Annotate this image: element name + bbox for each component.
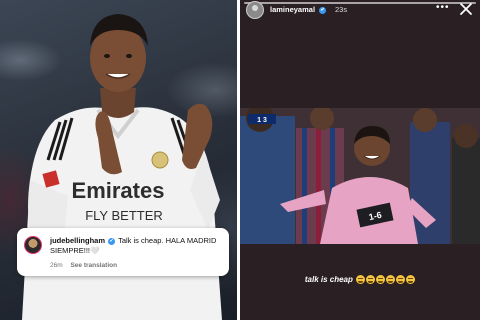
close-icon[interactable] [459, 2, 473, 16]
story-photo-scene: 1-6 1 3 [240, 108, 480, 244]
commenter-username[interactable]: judebellingham [50, 236, 105, 245]
story-photo: 1-6 1 3 [240, 108, 480, 244]
comment-time: 26m [50, 262, 63, 269]
scoreboard-text: 1 3 [257, 117, 267, 124]
screen: Emirates FLY BETTER judebellingham ✔ Tal… [0, 0, 480, 320]
emoji-row [355, 275, 416, 285]
laughing-emoji-icon [376, 275, 386, 285]
commenter-avatar[interactable] [24, 236, 42, 254]
story-avatar[interactable] [246, 1, 264, 19]
jersey-sponsor-text: Emirates [72, 178, 165, 203]
laughing-emoji-icon [396, 275, 406, 285]
player-photo-panel: Emirates FLY BETTER judebellingham ✔ Tal… [0, 0, 237, 320]
story-username[interactable]: lamineyamal ✔ [270, 5, 327, 14]
laughing-emoji-icon [366, 275, 376, 285]
see-translation-link[interactable]: See translation [70, 262, 117, 269]
story-caption: talk is cheap [240, 275, 480, 285]
jersey-sponsor-subtext: FLY BETTER [85, 208, 163, 223]
story-caption-text: talk is cheap [304, 275, 353, 284]
laughing-emoji-icon [406, 275, 416, 285]
story-panel: lamineyamal ✔ 23s ••• 1-6 1 3 talk is ch… [240, 0, 480, 320]
laughing-emoji-icon [356, 275, 366, 285]
comment-card: judebellingham ✔ Talk is cheap. HALA MAD… [17, 228, 229, 276]
verified-badge-icon: ✔ [319, 6, 327, 14]
laughing-emoji-icon [386, 275, 396, 285]
verified-badge-icon: ✔ [108, 237, 116, 245]
comment-meta: 26m See translation [50, 262, 117, 269]
story-username-text: lamineyamal [270, 5, 316, 14]
more-options-icon[interactable]: ••• [436, 2, 450, 13]
story-time: 23s [335, 5, 348, 14]
comment-text-block: judebellingham ✔ Talk is cheap. HALA MAD… [50, 236, 226, 256]
